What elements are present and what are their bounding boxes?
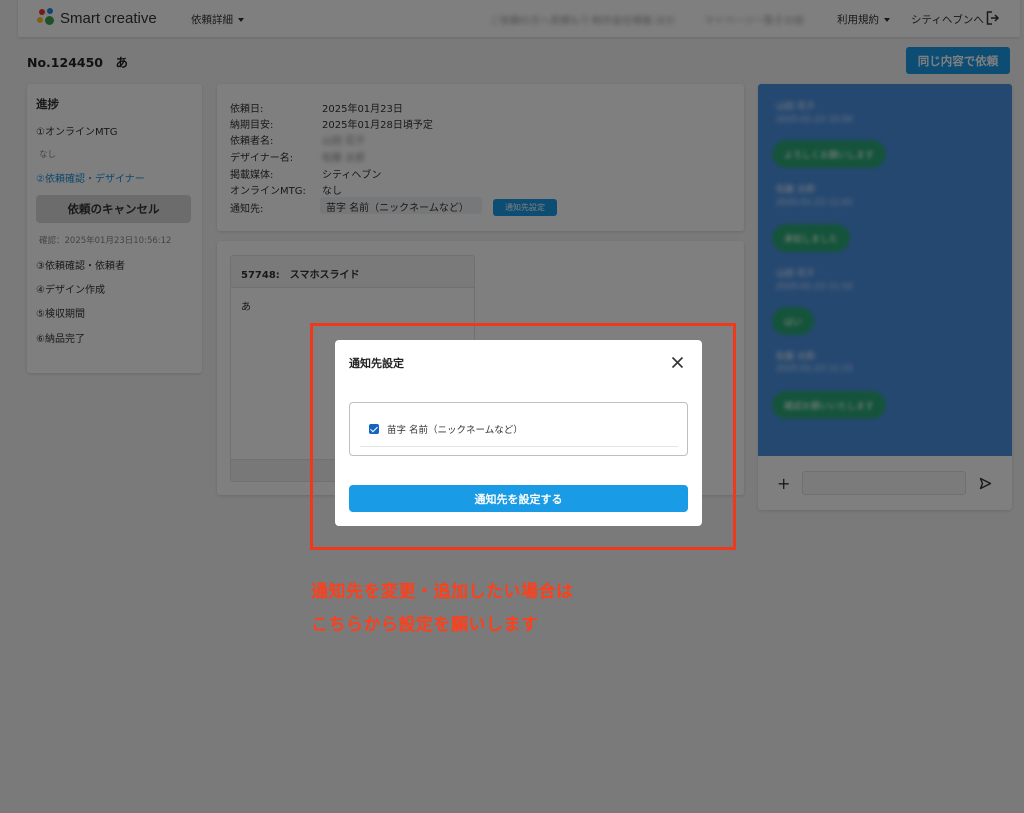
annotation-line-1: 通知先を変更・追加したい場合は xyxy=(311,582,574,602)
annotation-line-2: こちらから設定を願いします xyxy=(311,615,539,635)
annotation-highlight-box xyxy=(310,323,736,550)
